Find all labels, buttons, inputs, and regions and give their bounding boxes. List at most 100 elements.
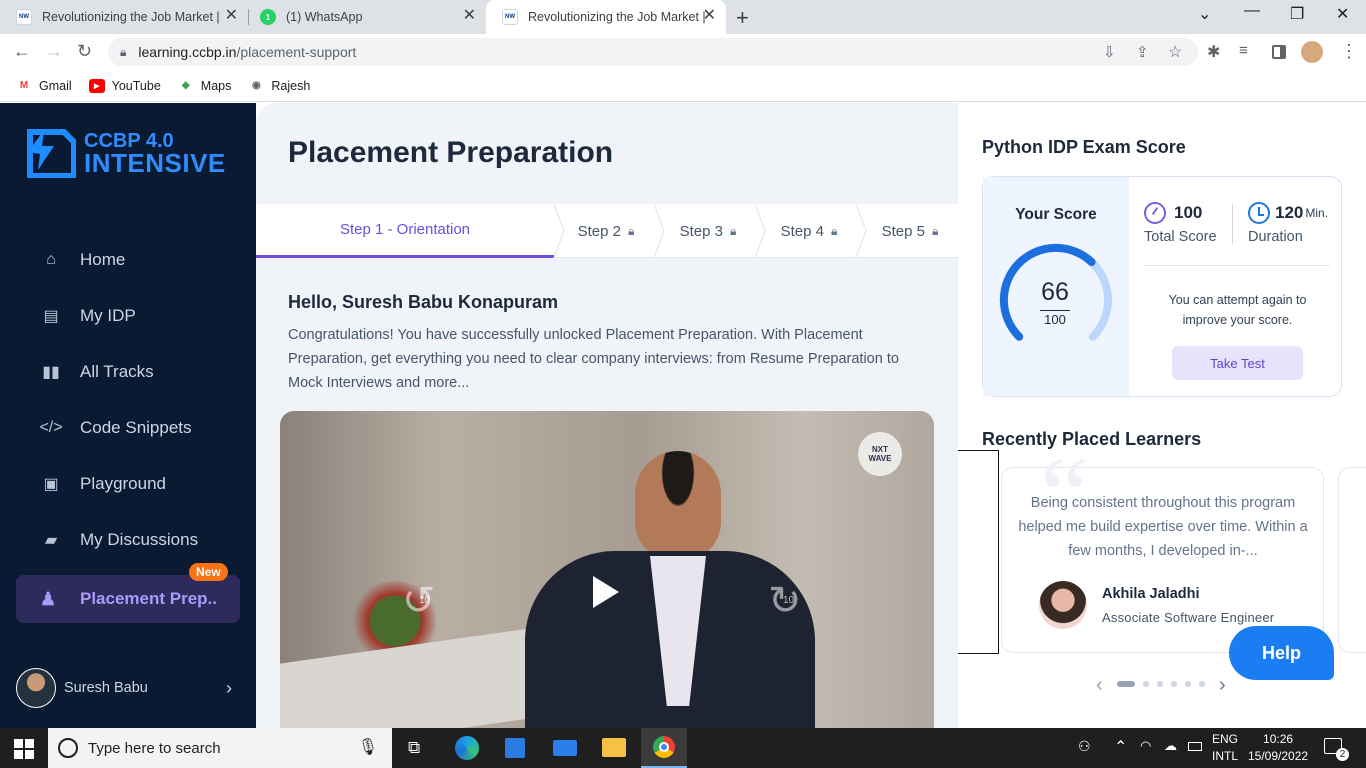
onedrive-icon[interactable]: ☁	[1164, 738, 1177, 754]
wifi-icon[interactable]: ◠	[1140, 738, 1151, 754]
side-panel-icon[interactable]	[1272, 45, 1286, 59]
testimonial-quote: Being consistent throughout this program…	[1018, 495, 1308, 559]
your-score-label: Your Score	[1015, 206, 1097, 223]
chrome-taskbar-item[interactable]	[641, 728, 687, 768]
step-3-tab[interactable]: Step 3 🔒︎	[660, 204, 756, 258]
browser-tab[interactable]: NW Revolutionizing the Job Market | ✕	[0, 0, 248, 34]
taskbar-search-input[interactable]: Type here to search 🎙︎	[48, 728, 392, 768]
previous-testimonial-card	[958, 450, 999, 654]
store-icon[interactable]	[505, 738, 525, 758]
windows-start-icon[interactable]	[14, 739, 34, 759]
edge-icon[interactable]	[455, 736, 479, 760]
task-view-icon[interactable]: ⧉	[408, 738, 420, 758]
carousel-dot[interactable]	[1185, 681, 1191, 687]
sidebar-item-code-snippets[interactable]: </> Code Snippets	[39, 408, 240, 448]
microphone-icon[interactable]: 🎙︎	[358, 737, 378, 757]
exam-score-title: Python IDP Exam Score	[982, 137, 1186, 157]
language-indicator[interactable]: ENG INTL	[1212, 731, 1238, 765]
terminal-icon: ▣	[43, 476, 59, 493]
duration-stat: 120 Min.	[1248, 202, 1328, 224]
close-window-icon[interactable]: ✕	[1336, 4, 1349, 24]
browser-tab[interactable]: 1 (1) WhatsApp ✕	[244, 0, 486, 34]
learner-avatar	[1039, 581, 1087, 629]
bookmark-rajesh[interactable]: ◉ Rajesh	[248, 79, 310, 93]
help-button[interactable]: Help	[1229, 626, 1334, 680]
reload-icon[interactable]: ↻	[77, 41, 92, 62]
carousel-dot-active[interactable]	[1117, 681, 1135, 687]
extensions-icon[interactable]: ✱	[1207, 42, 1220, 62]
bookmarks-bar: M Gmail ▶ YouTube ◆ Maps ◉ Rajesh	[0, 70, 1366, 102]
stat-divider	[1232, 204, 1233, 244]
total-score-stat: 100	[1144, 202, 1202, 224]
score-value: 66	[1041, 278, 1069, 306]
lock-icon: 🔒︎	[120, 44, 127, 59]
close-tab-icon[interactable]: ✕	[703, 8, 716, 24]
step-2-tab[interactable]: Step 2 🔒︎	[558, 204, 654, 258]
carousel-dot[interactable]	[1171, 681, 1177, 687]
logo-line-2: INTENSIVE	[84, 148, 226, 178]
step-5-tab[interactable]: Step 5 🔒︎	[862, 204, 958, 258]
step-1-tab[interactable]: Step 1 - Orientation	[256, 204, 554, 258]
placement-icon: ♟	[40, 588, 57, 609]
chevron-right-icon: ›	[226, 677, 232, 698]
score-total: 100	[1044, 312, 1066, 327]
home-icon: ⌂	[46, 251, 56, 268]
globe-icon: ◉	[251, 80, 261, 91]
carousel-dot[interactable]	[1199, 681, 1205, 687]
minimize-icon[interactable]: —	[1244, 2, 1260, 20]
bookmark-youtube[interactable]: ▶ YouTube	[88, 78, 161, 93]
carousel-dot[interactable]	[1143, 681, 1149, 687]
tab-title: Revolutionizing the Job Market |	[528, 10, 706, 24]
battery-icon[interactable]	[1188, 742, 1202, 751]
tray-chevron-up-icon[interactable]: ⌃	[1114, 737, 1127, 757]
learner-role: Associate Software Engineer	[1102, 610, 1275, 625]
url-domain: learning.ccbp.in	[138, 44, 237, 60]
step-4-tab[interactable]: Step 4 🔒︎	[761, 204, 857, 258]
share-icon[interactable]: ⇪	[1136, 43, 1149, 61]
sidebar-item-playground[interactable]: ▣ Playground	[40, 464, 240, 504]
address-bar[interactable]: 🔒︎ learning.ccbp.in/placement-support	[108, 38, 1198, 66]
bookmark-gmail[interactable]: M Gmail	[16, 79, 72, 93]
sidebar-item-all-tracks[interactable]: ▮▮ All Tracks	[40, 352, 240, 392]
browser-tab-active[interactable]: NW Revolutionizing the Job Market | ✕	[486, 0, 726, 34]
sidebar-item-my-idp[interactable]: ▤ My IDP	[40, 296, 240, 336]
tab-search-icon[interactable]: ⌄	[1198, 4, 1211, 24]
file-explorer-icon[interactable]	[602, 738, 626, 757]
reading-list-icon[interactable]: ≡	[1239, 42, 1248, 59]
people-icon[interactable]: ⚇	[1078, 738, 1091, 755]
close-tab-icon[interactable]: ✕	[225, 8, 238, 24]
new-tab-icon[interactable]: +	[736, 5, 749, 31]
mail-icon[interactable]	[553, 740, 577, 756]
carousel-next-icon[interactable]: ›	[1219, 674, 1226, 697]
restore-icon[interactable]: ❐	[1290, 4, 1304, 24]
nxtwave-favicon: NW	[502, 9, 518, 25]
carousel-dot[interactable]	[1157, 681, 1163, 687]
forward-arrow-icon[interactable]: →	[45, 41, 63, 62]
install-app-icon[interactable]: ⇩	[1103, 43, 1116, 61]
orientation-video[interactable]: ↺ 10 ↻ 10 NXT WAVE	[280, 411, 934, 728]
sidebar-item-home[interactable]: ⌂ Home	[40, 240, 240, 280]
sidebar-item-placement-prep[interactable]: ♟ Placement Prep..	[16, 575, 240, 623]
sidebar-item-my-discussions[interactable]: ▰ My Discussions	[40, 520, 240, 560]
gmail-icon: M	[19, 80, 29, 91]
score-divider	[1040, 310, 1070, 311]
user-profile-link[interactable]: Suresh Babu ›	[16, 668, 240, 708]
avatar	[16, 668, 56, 708]
book-icon: ▮▮	[42, 364, 60, 381]
maps-icon: ◆	[181, 80, 190, 91]
ccbp-logo[interactable]: CCBP 4.0 INTENSIVE	[24, 126, 226, 178]
take-test-button[interactable]: Take Test	[1172, 346, 1303, 380]
greeting-heading: Hello, Suresh Babu Konapuram	[288, 292, 559, 312]
menu-kebab-icon[interactable]: ⋮	[1340, 41, 1358, 62]
page-title: Placement Preparation	[288, 136, 614, 169]
bookmark-maps[interactable]: ◆ Maps	[178, 79, 231, 93]
carousel-prev-icon[interactable]: ‹	[1096, 674, 1103, 697]
bookmark-star-icon[interactable]: ☆	[1168, 42, 1182, 62]
close-tab-icon[interactable]: ✕	[463, 8, 476, 24]
tab-title: (1) WhatsApp	[286, 10, 363, 24]
clock[interactable]: 10:26 15/09/2022	[1248, 731, 1308, 765]
document-icon: ▤	[43, 308, 59, 325]
play-icon[interactable]	[593, 576, 619, 608]
profile-avatar[interactable]	[1301, 41, 1323, 63]
back-arrow-icon[interactable]: ←	[13, 41, 31, 62]
